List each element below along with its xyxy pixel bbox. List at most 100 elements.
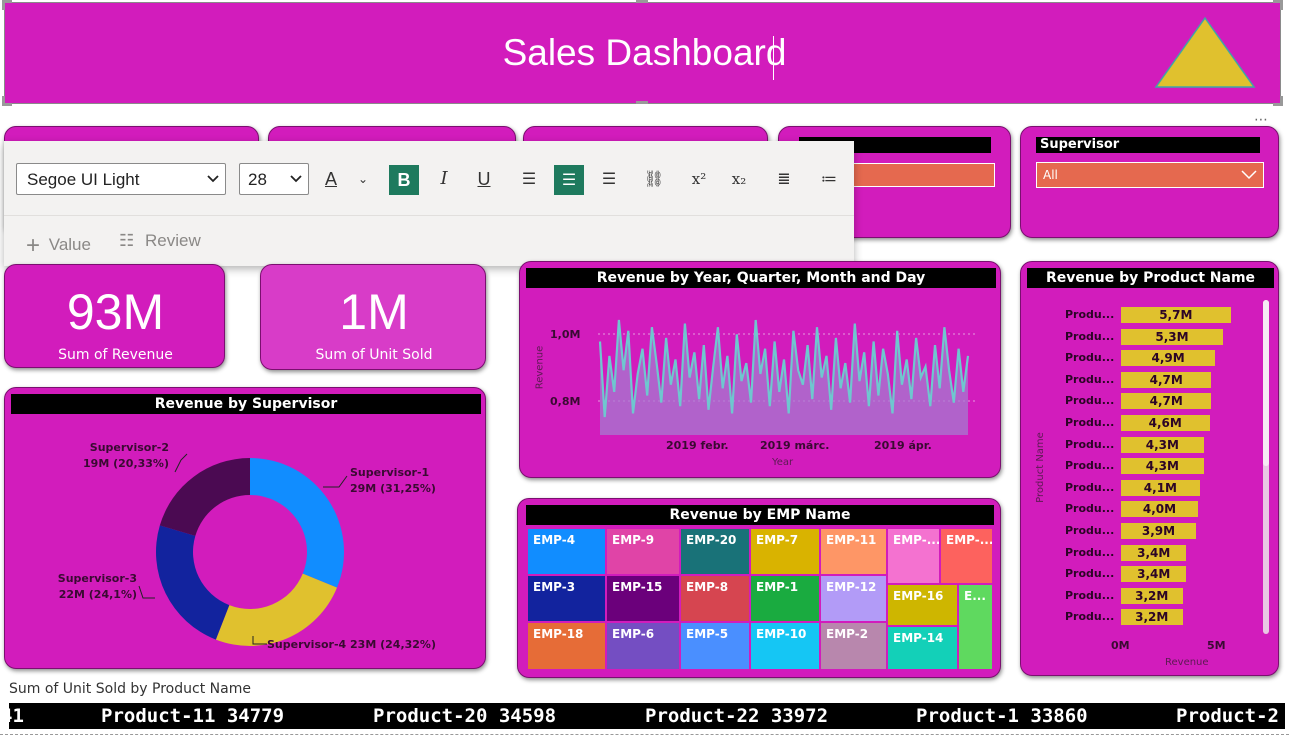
review-list-icon: ☷ (119, 231, 135, 250)
bar-chart-bars: Produ... 5,7M Produ... 5,3M Produ... 4,9M Prod… (1021, 307, 1280, 637)
resize-handle-bottom-left[interactable] (2, 96, 12, 106)
bar[interactable]: 4,9M (1121, 350, 1216, 367)
resize-handle-top-center[interactable] (636, 0, 648, 3)
bar-category-label: Produ... (1065, 588, 1115, 602)
chevron-down-icon[interactable]: ⌄ (348, 164, 378, 194)
treemap-cell[interactable]: EMP-2 (820, 622, 887, 670)
kpi-revenue-value: 93M (66, 284, 165, 340)
treemap-cell[interactable]: EMP-8 (680, 575, 750, 622)
treemap-cell[interactable]: EMP-11 (820, 528, 887, 575)
bar-category-label: Produ... (1065, 308, 1115, 321)
treemap-cell[interactable]: EMP-... (940, 528, 993, 584)
bar[interactable]: 4,0M (1121, 501, 1198, 518)
bar[interactable]: 3,2M (1121, 587, 1183, 604)
format-toolbar: Segoe UI Light 28 A ⌄ B I U ☰ ☰ ☰ ⛓ x² x… (4, 141, 854, 266)
bar[interactable]: 4,3M (1121, 436, 1204, 453)
treemap-cell[interactable]: EMP-5 (680, 622, 750, 670)
bar[interactable]: 4,7M (1121, 393, 1212, 410)
x-axis-title: Revenue (1165, 657, 1209, 668)
slicer-header: Supervisor (1036, 137, 1260, 153)
donut-slice-supervisor-1[interactable] (250, 458, 344, 588)
scrollbar-thumb[interactable] (1263, 300, 1269, 466)
treemap-cell[interactable]: EMP-... (887, 528, 940, 584)
donut-slice-supervisor-2[interactable] (159, 458, 250, 536)
bar[interactable]: 5,7M (1121, 307, 1231, 323)
bullet-list-icon[interactable]: ≣ (769, 164, 799, 194)
resize-handle-top-right[interactable] (1273, 0, 1283, 10)
bar-category-label: Produ... (1065, 351, 1115, 365)
vertical-scrollbar[interactable] (1263, 300, 1269, 634)
numbered-list-icon[interactable]: ≔ (814, 164, 844, 194)
triangle-logo-icon (1154, 16, 1256, 88)
font-family-select[interactable]: Segoe UI Light (16, 163, 226, 195)
kpi-revenue-label: Sum of Revenue (58, 347, 173, 363)
font-size-select[interactable]: 28 (239, 163, 309, 195)
bar[interactable]: 3,9M (1121, 523, 1196, 539)
bar-category-label: Produ... (1065, 567, 1115, 581)
ticker-bar[interactable]: 41 Product-11 34779 Product-20 34598 Produc… (9, 703, 1285, 729)
bar-category-label: Produ... (1065, 610, 1115, 624)
align-right-icon[interactable]: ☰ (594, 164, 624, 194)
bar-chart-title: Revenue by Product Name (1027, 268, 1274, 288)
treemap-cell[interactable]: EMP-7 (750, 528, 820, 575)
bar[interactable]: 3,4M (1121, 544, 1187, 561)
underline-button[interactable]: U (469, 164, 499, 194)
donut-label-supervisor-1: Supervisor-1 29M (31,25%) (350, 465, 436, 497)
treemap-cell[interactable]: EMP-4 (527, 528, 606, 575)
supervisor-dropdown[interactable]: All (1036, 162, 1264, 188)
kpi-card-units[interactable]: 1M Sum of Unit Sold (260, 264, 486, 370)
donut-label-name: Supervisor-3 (57, 572, 137, 585)
donut-slice-supervisor-3[interactable] (155, 525, 230, 640)
ticker-item: Product-2 (1176, 705, 1279, 727)
resize-handle-bottom-center[interactable] (636, 101, 648, 104)
treemap-card[interactable]: Revenue by EMP Name EMP-4 EMP-9 EMP-20 EMP-… (517, 498, 1001, 678)
italic-button[interactable]: I (429, 164, 459, 194)
review-button[interactable]: ☷ Review (119, 231, 201, 251)
align-left-icon[interactable]: ☰ (514, 164, 544, 194)
treemap-cell[interactable]: EMP-15 (606, 575, 680, 622)
bar[interactable]: 3,2M (1121, 609, 1183, 626)
treemap-cell[interactable]: EMP-10 (750, 622, 820, 670)
add-value-button[interactable]: + Value (26, 229, 91, 259)
bar[interactable]: 4,7M (1121, 371, 1212, 388)
superscript-icon[interactable]: x² (684, 164, 714, 194)
donut-label-supervisor-4: Supervisor-4 23M (24,32%) (267, 638, 436, 651)
bar[interactable]: 5,3M (1121, 328, 1223, 345)
bar[interactable]: 4,3M (1121, 458, 1204, 475)
treemap-cells: EMP-4 EMP-9 EMP-20 EMP-7 EMP-11 EMP-... EMP-..… (527, 528, 993, 670)
x-tick-label: 2019 febr. (666, 439, 729, 452)
resize-handle-top-left[interactable] (2, 0, 12, 10)
treemap-cell[interactable]: EMP-18 (527, 622, 606, 670)
bar[interactable]: 4,1M (1121, 479, 1200, 496)
treemap-cell[interactable]: EMP-12 (820, 575, 887, 622)
resize-handle-bottom-right[interactable] (1273, 96, 1283, 106)
bar-category-label: Produ... (1065, 502, 1115, 516)
bar[interactable]: 4,6M (1121, 415, 1210, 431)
bar[interactable]: 3,4M (1121, 566, 1187, 583)
donut-label-supervisor-2: Supervisor-2 19M (20,33%) (59, 440, 169, 472)
treemap-cell[interactable]: E... (958, 584, 993, 670)
donut-chart-svg (138, 453, 348, 646)
page-title[interactable]: Sales Dashboard (0, 32, 1289, 74)
treemap-cell[interactable]: EMP-20 (680, 528, 750, 575)
donut-label-detail: 19M (20,33%) (83, 457, 169, 470)
treemap-cell[interactable]: EMP-3 (527, 575, 606, 622)
chevron-down-icon (207, 175, 219, 183)
donut-slice-supervisor-4[interactable] (215, 573, 337, 646)
treemap-cell[interactable]: EMP-9 (606, 528, 680, 575)
line-chart-card[interactable]: Revenue by Year, Quarter, Month and Day … (519, 261, 1001, 478)
align-center-icon[interactable]: ☰ (554, 165, 584, 195)
bar-chart-card[interactable]: Revenue by Product Name Product Name Pro… (1020, 261, 1279, 676)
treemap-cell[interactable]: EMP-1 (750, 575, 820, 622)
ticker-item: Product-1 33860 (916, 705, 1088, 727)
bold-button[interactable]: B (389, 165, 419, 195)
bar-category-label: Produ... (1065, 459, 1115, 473)
treemap-cell[interactable]: EMP-14 (887, 626, 958, 670)
subscript-icon[interactable]: x₂ (724, 164, 754, 194)
treemap-cell[interactable]: EMP-16 (887, 584, 958, 626)
link-icon[interactable]: ⛓ (639, 164, 669, 194)
font-color-button[interactable]: A (316, 164, 346, 194)
treemap-cell[interactable]: EMP-6 (606, 622, 680, 670)
donut-chart-card[interactable]: Revenue by Supervisor Supervisor-1 29M (… (4, 387, 486, 669)
kpi-card-revenue[interactable]: 93M Sum of Revenue (4, 264, 225, 368)
